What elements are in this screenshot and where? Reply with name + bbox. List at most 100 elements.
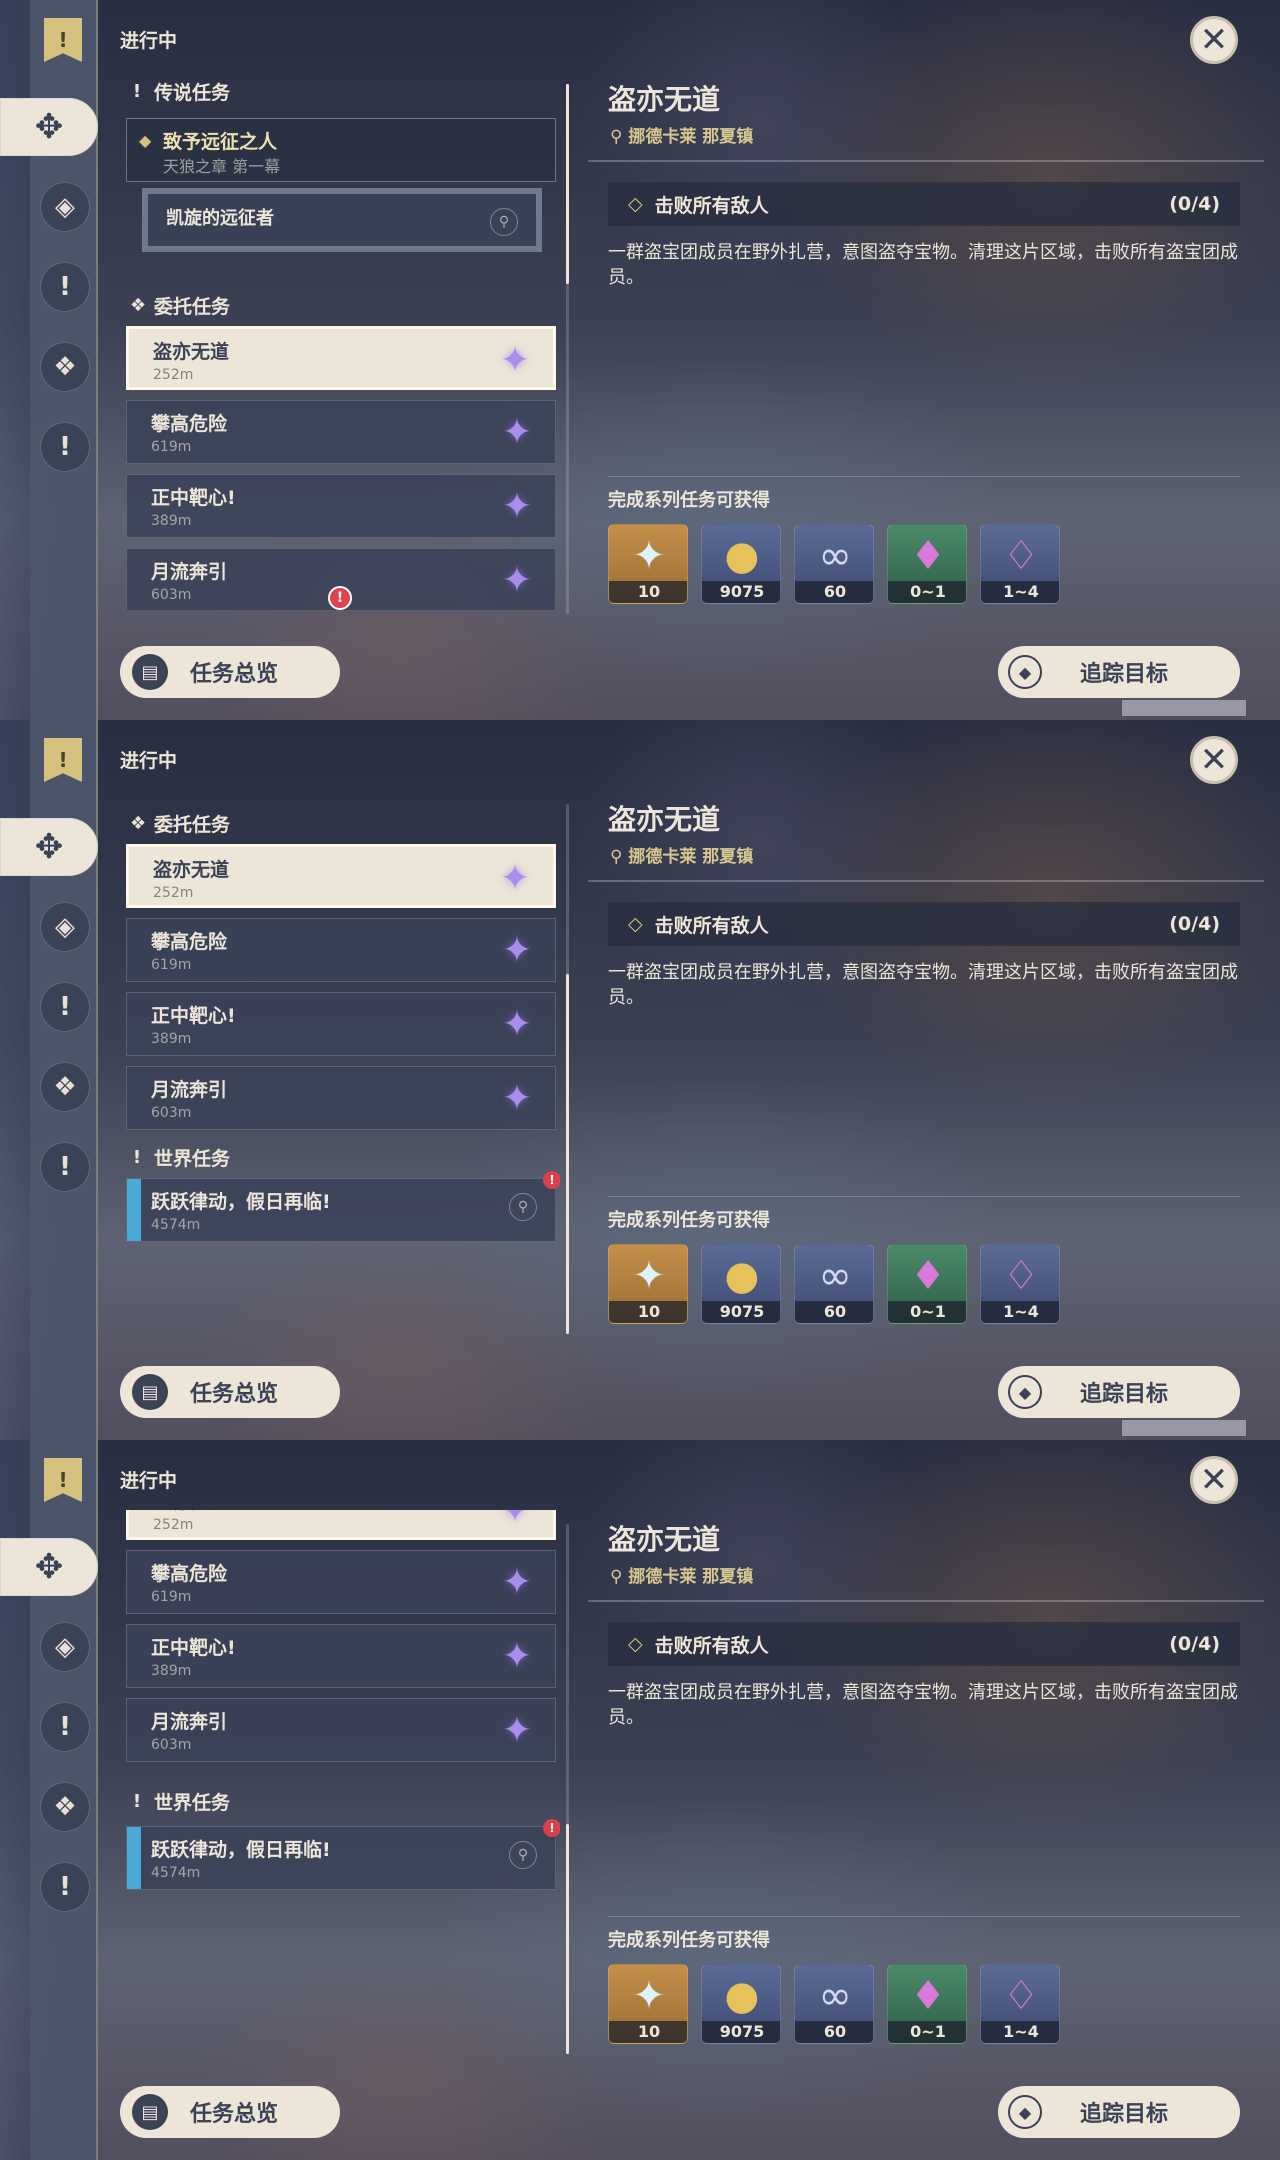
objective-text: 击败所有敌人 (654, 1634, 769, 1657)
reward-item[interactable]: ♦ 0~1 (887, 524, 967, 604)
reward-item[interactable]: ✦ 10 (608, 1244, 688, 1324)
location-pin-icon[interactable]: ⚲ (509, 1193, 537, 1221)
overview-label: 任务总览 (190, 2102, 279, 2127)
tab-commission-icon[interactable]: ✥ (0, 98, 98, 156)
tab-archon-icon[interactable]: ◈ (40, 902, 90, 952)
legend-sub-quest[interactable]: 凯旋的远征者 ⚲ (142, 188, 542, 252)
mora-icon: ● (724, 533, 760, 579)
objective-row: ◇ 击败所有敌人 (0/4) (608, 1622, 1240, 1666)
tab-archon-icon[interactable]: ◈ (40, 182, 90, 232)
section-commission-label: 委托任务 (154, 296, 231, 318)
close-button[interactable]: ✕ (1190, 1456, 1238, 1504)
tab-daily-icon[interactable]: ❖ (40, 1782, 90, 1832)
reward-item[interactable]: ∞ 60 (794, 1964, 874, 2044)
track-diamond-icon: ◆ (1008, 1375, 1042, 1409)
reward-qty: 10 (609, 2021, 687, 2043)
tab-story-icon[interactable]: ! (40, 982, 90, 1032)
reward-item[interactable]: ● 9075 (701, 1964, 781, 2044)
reward-item[interactable]: ♢ 1~4 (980, 524, 1060, 604)
commission-item[interactable]: 正中靶心! 389m ✦ (126, 992, 556, 1056)
reward-item[interactable]: ● 9075 (701, 524, 781, 604)
quest-list-scrollbar[interactable] (566, 1524, 569, 2054)
reward-item[interactable]: ● 9075 (701, 1244, 781, 1324)
quest-overview-button[interactable]: ▤ 任务总览 (120, 1366, 340, 1418)
commission-item[interactable]: 盗亦无道 252m ✦ (126, 1510, 556, 1540)
scroll-thumb[interactable] (566, 84, 569, 284)
quest-screen-frame-3: ! ✥ ◈ ! ❖ ! 进行中 ✕ 盗亦无道 252m ✦ 攀高危险 619m … (0, 1440, 1280, 2160)
quest-screen-frame-2: ! ✥ ◈ ! ❖ ! 进行中 ✕ ❖ 委托任务 盗亦无道 252m ✦ 攀高危… (0, 720, 1280, 1440)
header-label: 进行中 (120, 1470, 178, 1492)
alert-badge: ! (543, 1171, 560, 1189)
commission-distance: 389m (151, 1663, 192, 1679)
rewards-row: ✦ 10 ● 9075 ∞ 60 ♦ 0~1 ♢ 1~4 (608, 1244, 1060, 1324)
track-target-button[interactable]: ◆ 追踪目标 (998, 646, 1240, 698)
world-quest-marker (127, 1179, 141, 1241)
companionship-exp-icon: ∞ (818, 533, 852, 579)
section-world-header: ! 世界任务 (130, 1788, 230, 1815)
commission-item[interactable]: 攀高危险 619m ✦ (126, 400, 556, 464)
reward-item[interactable]: ∞ 60 (794, 524, 874, 604)
reward-item[interactable]: ♦ 0~1 (887, 1244, 967, 1324)
section-legend-label: 传说任务 (154, 82, 231, 104)
tab-story-icon[interactable]: ! (40, 262, 90, 312)
location-pin-icon[interactable]: ⚲ (509, 1841, 537, 1869)
commission-item[interactable]: 攀高危险 619m ✦ (126, 918, 556, 982)
track-target-button[interactable]: ◆ 追踪目标 (998, 1366, 1240, 1418)
commission-distance: 603m (151, 587, 192, 603)
section-commission-label: 委托任务 (154, 814, 231, 836)
objective-progress: (0/4) (1169, 1633, 1220, 1655)
reward-item[interactable]: ∞ 60 (794, 1244, 874, 1324)
commission-title: 正中靶心! (151, 1637, 236, 1659)
tab-commission-icon[interactable]: ✥ (0, 818, 98, 876)
track-target-button[interactable]: ◆ 追踪目标 (998, 2086, 1240, 2138)
reward-item[interactable]: ✦ 10 (608, 1964, 688, 2044)
quest-list-scrollbar[interactable] (566, 84, 569, 614)
commission-item[interactable]: 盗亦无道 252m ✦ (126, 326, 556, 390)
tab-daily-icon[interactable]: ❖ (40, 342, 90, 392)
reward-item[interactable]: ♢ 1~4 (980, 1964, 1060, 2044)
quest-overview-button[interactable]: ▤ 任务总览 (120, 2086, 340, 2138)
exclamation-icon: ! (132, 1147, 142, 1168)
commission-item[interactable]: 正中靶心! 389m ✦ (126, 1624, 556, 1688)
world-quest-item[interactable]: 跃跃律动，假日再临! 4574m ⚲ ! (126, 1819, 560, 1890)
section-world-header: ! 世界任务 (130, 1144, 230, 1171)
quest-list-scrollbar[interactable] (566, 804, 569, 1334)
world-quest-item[interactable]: 跃跃律动，假日再临! 4574m ⚲ ! (126, 1171, 560, 1242)
commission-item[interactable]: 攀高危险 619m ✦ (126, 1550, 556, 1614)
tab-daily-icon[interactable]: ❖ (40, 1062, 90, 1112)
legend-quest-title: 致予远征之人 (163, 131, 278, 153)
scroll-thumb[interactable] (566, 974, 569, 1334)
reward-item[interactable]: ✦ 10 (608, 524, 688, 604)
commission-distance: 389m (151, 513, 192, 529)
commission-item[interactable]: 盗亦无道 252m ✦ (126, 844, 556, 908)
objective-row: ◇ 击败所有敌人 (0/4) (608, 902, 1240, 946)
commission-distance: 252m (153, 1517, 194, 1533)
tab-world-icon[interactable]: ! (40, 1862, 90, 1912)
tab-world-icon[interactable]: ! (40, 1142, 90, 1192)
quest-overview-button[interactable]: ▤ 任务总览 (120, 646, 340, 698)
divider (608, 476, 1240, 477)
reward-item[interactable]: ♢ 1~4 (980, 1244, 1060, 1324)
tab-commission-icon[interactable]: ✥ (0, 1538, 98, 1596)
crystal-cluster-icon: ♢ (1003, 1253, 1039, 1299)
location-pin-icon[interactable]: ⚲ (490, 208, 518, 236)
scroll-thumb[interactable] (566, 1824, 569, 2054)
commission-item[interactable]: 正中靶心! 389m ✦ (126, 474, 556, 538)
commission-title: 攀高危险 (151, 1563, 228, 1585)
overview-book-icon: ▤ (132, 2094, 168, 2130)
quest-title: 盗亦无道 (608, 803, 721, 836)
commission-item[interactable]: 月流奔引 603m ✦ (126, 1698, 556, 1762)
exclamation-icon: ! (132, 1791, 142, 1812)
commission-title: 月流奔引 (151, 1711, 228, 1733)
commission-diamond-icon: ❖ (130, 295, 147, 316)
tab-story-icon[interactable]: ! (40, 1702, 90, 1752)
companionship-exp-icon: ∞ (818, 1973, 852, 2019)
close-button[interactable]: ✕ (1190, 16, 1238, 64)
tab-archon-icon[interactable]: ◈ (40, 1622, 90, 1672)
tab-world-icon[interactable]: ! (40, 422, 90, 472)
reward-qty: 10 (609, 1301, 687, 1323)
reward-item[interactable]: ♦ 0~1 (887, 1964, 967, 2044)
close-button[interactable]: ✕ (1190, 736, 1238, 784)
commission-item[interactable]: 月流奔引 603m ✦ (126, 1066, 556, 1130)
legend-quest-item[interactable]: ◆ 致予远征之人 天狼之章 第一幕 (126, 118, 556, 182)
